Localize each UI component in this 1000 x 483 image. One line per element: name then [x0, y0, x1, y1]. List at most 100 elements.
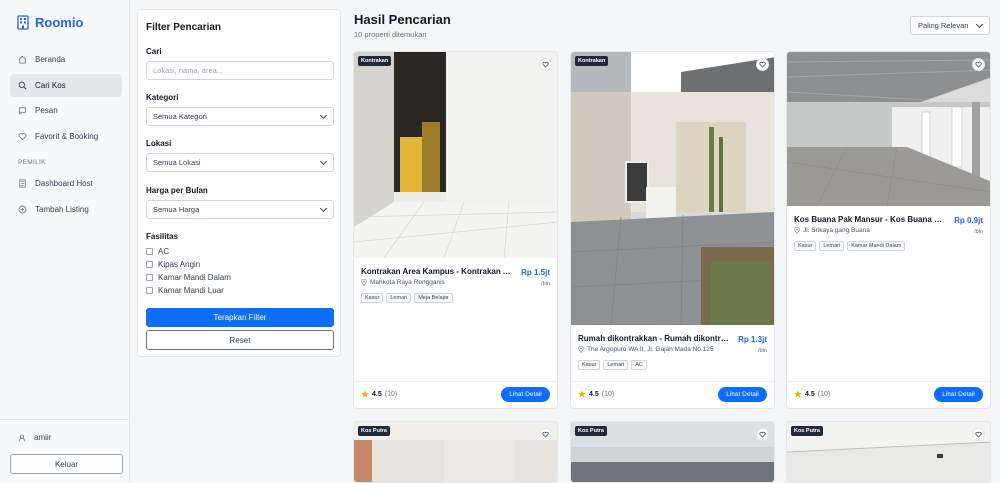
sidebar-item-favorit-booking[interactable]: Favorit & Booking	[10, 125, 122, 148]
facility-tag: Meja Belajar	[414, 293, 453, 303]
facility-tag: AC	[631, 360, 647, 370]
property-card[interactable]: Kontrakan Kontrakan Area Kampus - Kontra…	[353, 51, 558, 409]
property-photo[interactable]: Kontrakan	[354, 52, 557, 258]
location-select[interactable]: Semua Lokasi	[146, 153, 334, 172]
facility-label: AC	[158, 247, 170, 256]
view-detail-button[interactable]: Lihat Detail	[718, 387, 767, 402]
property-card[interactable]: Kos Putra	[786, 421, 991, 483]
sidebar-item-cari-kos[interactable]: Cari Kos	[10, 74, 122, 97]
favorite-button[interactable]	[756, 428, 769, 441]
category-badge: Kontrakan	[358, 56, 392, 66]
category-value: Semua Kategori	[153, 112, 207, 121]
review-count: (10)	[817, 390, 831, 398]
sidebar-item-label: Beranda	[35, 55, 66, 64]
category-badge: Kontrakan	[575, 56, 609, 66]
view-detail-button[interactable]: Lihat Detail	[501, 387, 550, 402]
favorite-button[interactable]	[539, 428, 552, 441]
checkbox[interactable]	[146, 287, 153, 294]
user-icon	[18, 434, 26, 441]
favorite-button[interactable]	[756, 58, 769, 71]
sidebar-item-dashboard-host[interactable]: Dashboard Host	[10, 172, 122, 195]
sidebar-item-tambah-listing[interactable]: Tambah Listing	[10, 198, 122, 221]
category-badge: Kos Putra	[358, 426, 390, 436]
facility-checkbox-ac[interactable]: AC	[146, 247, 169, 256]
section-label-pemilik: PEMILIK	[18, 159, 46, 166]
heart-icon	[759, 61, 766, 68]
sidebar-item-label: Favorit & Booking	[35, 132, 99, 141]
view-detail-button[interactable]: Lihat Detail	[934, 387, 983, 402]
chevron-down-icon	[975, 20, 984, 28]
apply-filter-button[interactable]: Terapkan Filter	[146, 308, 334, 327]
search-icon	[18, 81, 27, 90]
heart-icon	[975, 61, 982, 68]
property-name[interactable]: Kos Buana Pak Mansur - Kos Buana Pak Man…	[794, 215, 946, 224]
location-pin-icon	[361, 279, 367, 286]
facility-tag: Lemari	[603, 360, 629, 370]
checkbox[interactable]	[146, 261, 153, 268]
facility-checkbox-kamar-mandi-luar[interactable]: Kamar Mandi Luar	[146, 286, 224, 295]
property-address: The Argopuro WA II, Jl. Gajah Mada No.12…	[578, 346, 714, 353]
plus-circle-icon	[18, 205, 27, 214]
facility-tag: Kasur	[361, 293, 384, 303]
username: amiir	[34, 433, 52, 442]
location-value: Semua Lokasi	[153, 158, 201, 167]
price-value: Semua Harga	[153, 205, 200, 214]
results-count: 10 properti ditemukan	[354, 30, 427, 39]
property-photo[interactable]	[787, 52, 990, 206]
facility-tag: Kasur	[794, 241, 817, 251]
rating: 4.5 (10)	[578, 390, 614, 398]
filter-panel: Filter Pencarian Cari Kategori Semua Kat…	[137, 9, 341, 357]
price-period: /bln	[758, 348, 767, 354]
property-photo[interactable]: Kos Putra	[354, 422, 557, 482]
sidebar-item-label: Pesan	[35, 106, 58, 115]
favorite-button[interactable]	[972, 428, 985, 441]
sidebar-item-label: Dashboard Host	[35, 179, 93, 188]
address-text: Jl. Srikaya gang Buana	[803, 227, 870, 234]
property-card[interactable]: Kos Putra	[353, 421, 558, 483]
star-icon	[794, 390, 802, 398]
property-card[interactable]: Kos Buana Pak Mansur - Kos Buana Pak Man…	[786, 51, 991, 409]
property-photo[interactable]: Kos Putra	[787, 422, 990, 482]
property-name[interactable]: Kontrakan Area Kampus - Kontrakan Area K…	[361, 267, 513, 276]
rating-value: 4.5	[372, 390, 382, 398]
logout-button[interactable]: Keluar	[10, 454, 123, 474]
sidebar-item-beranda[interactable]: Beranda	[10, 48, 122, 71]
property-card[interactable]: Kos Putra	[570, 421, 775, 483]
facility-tags: Kasur Lemari AC	[578, 360, 647, 370]
facility-checkbox-kipas-angin[interactable]: Kipas Angin	[146, 260, 200, 269]
sidebar: Roomio Beranda Cari Kos Pesan Favorit & …	[0, 0, 130, 483]
price-select[interactable]: Semua Harga	[146, 200, 334, 219]
brand[interactable]: Roomio	[17, 15, 83, 30]
sort-value: Paling Relevan	[918, 21, 969, 30]
reset-button[interactable]: Reset	[146, 330, 334, 350]
favorite-button[interactable]	[972, 58, 985, 71]
heart-icon	[759, 431, 766, 438]
property-address: Mahkota Raya Rengganis	[361, 279, 445, 286]
property-photo[interactable]: Kos Putra	[571, 422, 774, 482]
category-label: Kategori	[146, 93, 179, 102]
price-label: Harga per Bulan	[146, 186, 208, 195]
property-card[interactable]: Kontrakan Rumah dikontrakkan - Rumah dik…	[570, 51, 775, 409]
property-photo[interactable]: Kontrakan	[571, 52, 774, 325]
property-name[interactable]: Rumah dikontrakkan - Rumah dikontrakkan	[578, 334, 730, 343]
chat-icon	[18, 107, 27, 115]
heart-icon	[542, 61, 549, 68]
facility-checkbox-kamar-mandi-dalam[interactable]: Kamar Mandi Dalam	[146, 273, 231, 282]
checkbox[interactable]	[146, 248, 153, 255]
room-photo-image	[354, 52, 557, 258]
search-input[interactable]	[146, 61, 334, 80]
building-icon	[19, 179, 26, 188]
sort-select[interactable]: Paling Relevan	[910, 16, 990, 35]
card-divider	[787, 381, 990, 382]
user-profile[interactable]: amiir	[18, 433, 51, 442]
checkbox[interactable]	[146, 274, 153, 281]
facility-tag: Lemari	[386, 293, 412, 303]
home-icon	[18, 55, 27, 64]
sidebar-item-pesan[interactable]: Pesan	[10, 99, 122, 122]
star-icon	[361, 390, 369, 398]
category-select[interactable]: Semua Kategori	[146, 107, 334, 126]
price-period: /bln	[541, 281, 550, 287]
facility-label: Kipas Angin	[158, 260, 201, 269]
sidebar-divider	[0, 419, 130, 420]
favorite-button[interactable]	[539, 58, 552, 71]
